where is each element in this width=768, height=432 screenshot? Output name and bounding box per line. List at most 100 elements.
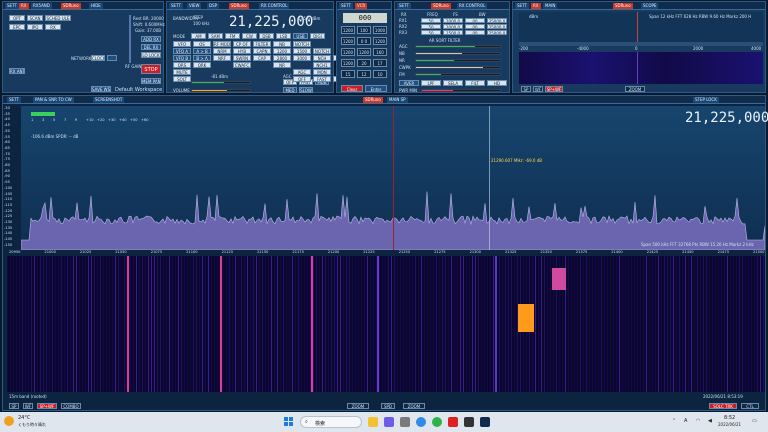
ms-spwf-button[interactable]: SP+WF [37,403,57,409]
wifi-icon[interactable]: ◠ [696,418,700,424]
keypad-clear-button[interactable]: Clear [341,85,363,92]
mode-lsb-button[interactable]: LSB [276,33,291,39]
clock-date[interactable]: 2022/06/21 [718,422,741,427]
rx-grid-button[interactable]: VFO B [173,55,191,61]
ss-spwf-button[interactable]: SP+WF [545,86,563,92]
rx-grid-button[interactable]: NOTCH [293,41,311,47]
rx2-cell[interactable]: 00 [465,18,485,23]
sdruno-taskbar-icon[interactable] [480,417,490,427]
rx-grid-button[interactable]: FILTER [253,41,271,47]
rx-grid-button[interactable]: QRS [173,62,191,68]
keypad-key[interactable]: 20 [357,59,371,67]
del-rx-button[interactable]: DEL RX [141,44,161,50]
rx-sett-button[interactable]: SETT [169,3,183,9]
rf-gain-slider[interactable] [129,15,131,63]
rx-grid-button[interactable]: FAST [313,76,331,82]
lo-lock-button[interactable]: LO LOCK [141,52,161,58]
stop-button[interactable]: STOP [141,64,161,74]
rx2-cell[interactable]: 1000.0 [443,24,463,29]
save-ws-button[interactable]: SAVE WS [91,86,111,92]
opt-button[interactable]: OPT [9,15,25,21]
scan-button[interactable]: SCAN [27,15,43,21]
settings-icon[interactable] [400,417,410,427]
rx-grid-button[interactable]: 2800 [273,55,291,61]
rx-grid-button[interactable]: NRF [213,55,231,61]
step-lock-button[interactable]: STEP LOCK [693,97,719,103]
keypad-key[interactable]: 160 [373,48,387,56]
mcafee-icon[interactable] [448,417,458,427]
file-explorer-icon[interactable] [368,417,378,427]
ss-sp-button[interactable]: SP [521,86,531,92]
mode-am-button[interactable]: AM [191,33,206,39]
screenshot-button[interactable]: SCREENSHOT [93,97,125,103]
rx-grid-button[interactable]: 1200 [273,48,291,54]
keypad-enter-button[interactable]: Enter [365,85,387,92]
keypad-key[interactable]: 1200 [341,37,355,45]
schedule-button[interactable]: SCHED ULE [45,15,71,21]
rx2-cell[interactable]: 00 [465,30,485,35]
rx-grid-button[interactable]: A > B [193,48,211,54]
mode-cw-button[interactable]: CW [242,33,257,39]
rx2-sett-button[interactable]: SETT [397,3,411,9]
ss-wf-button[interactable]: WF [533,86,543,92]
volume-icon[interactable]: ◀ [708,418,712,424]
ms-sp-button[interactable]: SP [9,403,19,409]
step-value[interactable]: 100 kHz [193,21,209,26]
rx2-btn[interactable]: LPF [421,80,441,86]
keypad-key[interactable]: 12 [357,70,371,78]
rx-grid-button[interactable]: NR [273,62,291,68]
rx-grid-button[interactable]: B > A [193,55,211,61]
ms-wf-button[interactable]: WF [23,403,33,409]
rx2-btn[interactable]: HD [487,80,507,86]
ss-main-button[interactable]: MAIN [543,3,558,9]
rx-grid-button[interactable]: NRM [213,48,231,54]
rx2-cell[interactable]: 25000.0 [487,30,507,35]
rx-ant-button[interactable]: RX ANT [9,68,25,74]
rx2-cell[interactable]: 50 [421,18,441,23]
taskbar-search[interactable]: ⌕ 検索 [300,416,362,428]
rx-grid-button[interactable]: QRK [193,62,211,68]
chrome-icon[interactable] [432,417,442,427]
main-hide-button[interactable]: HIDE [89,3,103,9]
keypad-key[interactable]: 1200 [357,48,371,56]
main-sett2-button[interactable]: SETT [339,3,353,9]
rx2-btn[interactable]: AVER [399,80,419,86]
edge-icon[interactable] [416,417,426,427]
rx2-btn[interactable]: FILT [465,80,485,86]
app-icon[interactable] [464,417,474,427]
clock-button[interactable]: CLOCK [91,55,105,61]
keypad-key[interactable]: 1200 [341,59,355,67]
keypad-key[interactable]: 1200 [341,48,355,56]
rx-grid-button[interactable]: QS [193,41,211,47]
add-rx-button[interactable]: ADD RX [141,36,161,42]
ms-combo-button[interactable]: COMBO [61,403,81,409]
rx-grid-button[interactable]: 1500 [293,48,311,54]
ss-sett-button[interactable]: SETT [515,3,529,9]
keypad-key[interactable]: 1200 [341,26,355,34]
rx2-cell[interactable]: 25000.0 [487,18,507,23]
mode-fm-button[interactable]: FM [225,33,240,39]
rx-grid-button[interactable]: MUTE [173,69,191,75]
rx2-cell[interactable]: 50 [421,24,441,29]
mode-dsb-button[interactable]: DSB [259,33,274,39]
rx-grid-button[interactable]: CAPN [253,48,271,54]
epc-button[interactable]: EPC [9,24,25,30]
rx-grid-button[interactable]: CAP [253,55,271,61]
rx-grid-button[interactable]: VFO [173,41,191,47]
rx-grid-button[interactable]: NCH [313,55,331,61]
mode-sam-button[interactable]: SAM [208,33,223,39]
main-sett-button[interactable]: SETT [5,3,19,9]
rx-grid-button[interactable]: 3000 [293,55,311,61]
rx2-cell[interactable]: 1500.0 [443,30,463,35]
agc-med-button[interactable]: MED [283,87,297,93]
rx-grid-button[interactable]: OFF [293,76,311,82]
rx-button[interactable]: RX [45,24,61,30]
small-spectrum-plot[interactable]: dBm Span 12 kHz FFT 628 Hz RBW 9.60 Hz M… [519,12,763,46]
rx-grid-button[interactable]: MON [313,69,331,75]
ms-sett-button[interactable]: SETT [7,97,21,103]
keypad-key[interactable]: 1000 [373,26,387,34]
keypad-key[interactable]: 1200 [373,37,387,45]
rx2-cell[interactable]: 00 [465,24,485,29]
rx-grid-button[interactable]: NOTCH [313,48,331,54]
network-toggle[interactable] [107,55,117,61]
